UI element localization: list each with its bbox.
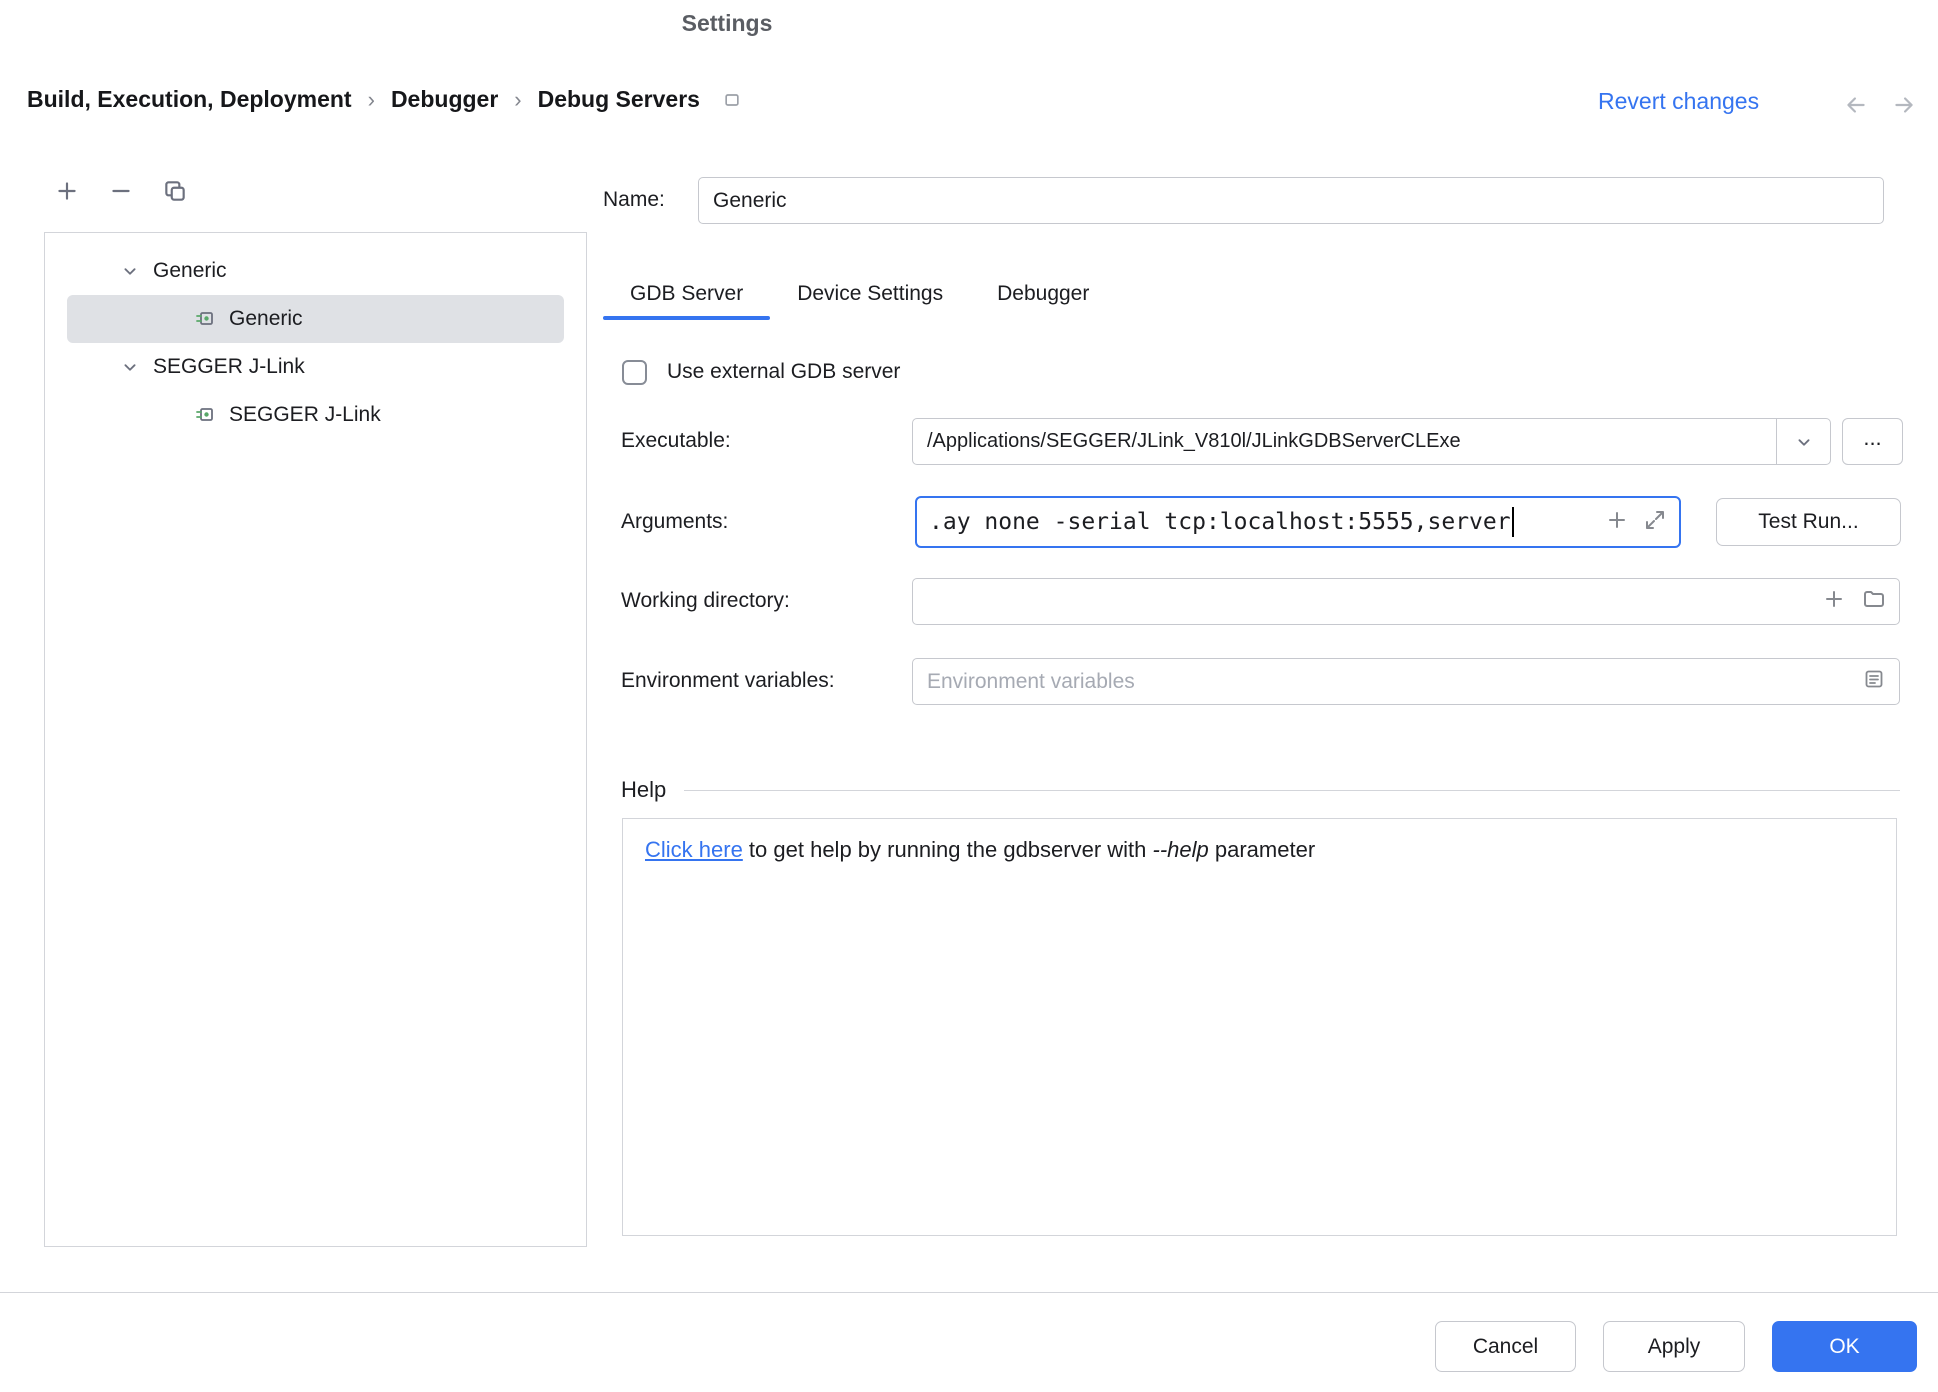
footer-buttons: Cancel Apply OK — [1435, 1321, 1917, 1372]
debug-server-icon — [193, 307, 217, 331]
working-directory-field — [912, 578, 1900, 625]
copy-icon[interactable] — [162, 178, 188, 204]
name-input[interactable] — [698, 177, 1884, 224]
use-external-gdb-checkbox[interactable] — [622, 360, 647, 385]
server-tabs: GDB Server Device Settings Debugger — [603, 268, 1116, 320]
active-tab-underline — [603, 316, 770, 320]
help-text: to get help by running the gdbserver wit… — [743, 837, 1153, 862]
tree-item-label: Generic — [229, 307, 303, 331]
debug-server-icon — [193, 403, 217, 427]
tree-group-generic[interactable]: Generic — [45, 247, 586, 295]
arguments-label: Arguments: — [621, 510, 728, 534]
breadcrumb-separator: › — [368, 87, 375, 113]
test-run-button[interactable]: Test Run... — [1716, 498, 1901, 546]
breadcrumb-item-debug-servers: Debug Servers — [538, 86, 700, 113]
tree-item-label: SEGGER J-Link — [153, 355, 305, 379]
revert-changes-link[interactable]: Revert changes — [1598, 88, 1759, 115]
environment-variables-input[interactable] — [912, 658, 1900, 705]
working-directory-label: Working directory: — [621, 589, 790, 613]
tree-item-generic[interactable]: Generic — [67, 295, 564, 343]
tree-group-segger-jlink[interactable]: SEGGER J-Link — [45, 343, 586, 391]
apply-button[interactable]: Apply — [1603, 1321, 1745, 1372]
environment-variables-label: Environment variables: — [621, 669, 835, 693]
back-arrow-icon[interactable] — [1843, 92, 1869, 123]
footer-divider — [0, 1292, 1938, 1293]
tab-gdb-server[interactable]: GDB Server — [603, 268, 770, 320]
executable-combobox[interactable]: /Applications/SEGGER/JLink_V810l/JLinkGD… — [912, 418, 1831, 465]
chevron-down-icon[interactable] — [119, 260, 141, 282]
browse-executable-button[interactable]: ... — [1842, 418, 1903, 465]
chevron-down-icon[interactable] — [1776, 419, 1830, 464]
chevron-down-icon[interactable] — [119, 356, 141, 378]
tab-debugger[interactable]: Debugger — [970, 268, 1116, 320]
tab-label: Debugger — [997, 282, 1089, 306]
executable-value: /Applications/SEGGER/JLink_V810l/JLinkGD… — [913, 430, 1776, 453]
add-macro-icon[interactable] — [1822, 587, 1846, 616]
help-divider — [684, 790, 1900, 791]
breadcrumb-item-build-execution-deployment[interactable]: Build, Execution, Deployment — [27, 86, 352, 113]
help-section-header: Help — [621, 777, 1900, 803]
cancel-button[interactable]: Cancel — [1435, 1321, 1576, 1372]
tab-device-settings[interactable]: Device Settings — [770, 268, 970, 320]
expand-icon[interactable] — [1643, 508, 1667, 537]
arguments-value: .ay none -serial tcp:localhost:5555,serv… — [929, 509, 1511, 535]
history-nav — [1843, 92, 1917, 123]
text-cursor — [1512, 507, 1514, 537]
working-directory-icons — [1822, 578, 1886, 625]
name-label: Name: — [603, 188, 665, 212]
environment-variables-icons — [1862, 658, 1886, 705]
use-external-gdb-label: Use external GDB server — [667, 360, 900, 384]
tree-item-label: SEGGER J-Link — [229, 403, 381, 427]
folder-icon[interactable] — [1862, 587, 1886, 616]
breadcrumb-separator: › — [514, 87, 521, 113]
server-tree: Generic Generic SEGGER J-Link — [44, 232, 587, 1247]
tree-item-label: Generic — [153, 259, 227, 283]
list-icon[interactable] — [1862, 667, 1886, 696]
environment-variables-field — [912, 658, 1900, 705]
ok-button[interactable]: OK — [1772, 1321, 1917, 1372]
working-directory-input[interactable] — [912, 578, 1900, 625]
remove-icon[interactable] — [108, 178, 134, 204]
help-section-label: Help — [621, 777, 666, 803]
executable-label: Executable: — [621, 429, 731, 453]
breadcrumb-item-debugger[interactable]: Debugger — [391, 86, 498, 113]
arguments-input[interactable]: .ay none -serial tcp:localhost:5555,serv… — [915, 496, 1681, 548]
settings-dialog: Settings Build, Execution, Deployment › … — [0, 0, 1938, 1392]
add-icon[interactable] — [54, 178, 80, 204]
breadcrumb: Build, Execution, Deployment › Debugger … — [27, 86, 742, 113]
forward-arrow-icon[interactable] — [1891, 92, 1917, 123]
help-click-here-link[interactable]: Click here — [645, 837, 743, 862]
tree-toolbar — [54, 178, 188, 204]
help-text-end: parameter — [1209, 837, 1315, 862]
dialog-title: Settings — [0, 10, 1454, 37]
help-box: Click here to get help by running the gd… — [622, 818, 1897, 1236]
frame-icon — [722, 90, 742, 110]
tab-label: GDB Server — [630, 282, 743, 306]
tree-item-segger-jlink[interactable]: SEGGER J-Link — [45, 391, 586, 439]
tab-label: Device Settings — [797, 282, 943, 306]
arguments-field-icons — [1605, 508, 1667, 537]
help-flag-text: --help — [1153, 837, 1209, 862]
add-macro-icon[interactable] — [1605, 508, 1629, 537]
use-external-gdb-row: Use external GDB server — [622, 348, 900, 396]
